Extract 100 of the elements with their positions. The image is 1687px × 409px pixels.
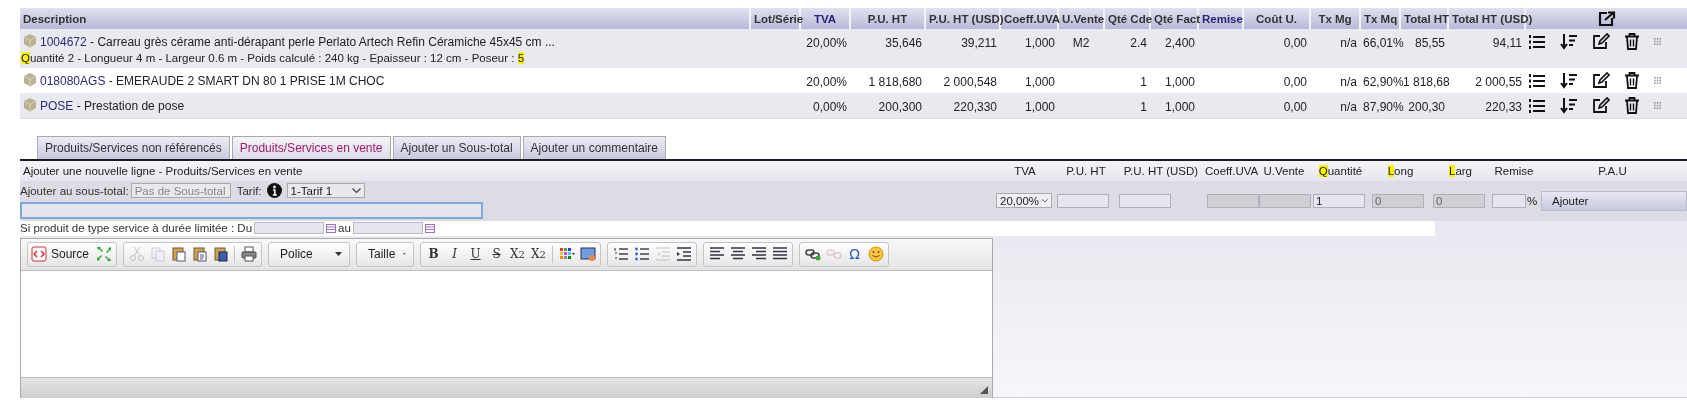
- table-cell: n/a: [1340, 100, 1357, 114]
- column-header: Total HT (USD): [1452, 12, 1533, 25]
- product-box-icon: [23, 72, 37, 87]
- resize-handle-icon[interactable]: [980, 385, 988, 394]
- table-cell: 220,330: [953, 100, 997, 114]
- edit-icon[interactable]: [1592, 33, 1610, 50]
- calendar-icon[interactable]: [424, 223, 435, 233]
- printer-icon[interactable]: [240, 246, 257, 262]
- calendar-icon[interactable]: [326, 223, 337, 233]
- table-cell: 1,000: [1164, 100, 1195, 114]
- column-header: Qté Cde: [1108, 12, 1153, 25]
- date-field[interactable]: [352, 222, 423, 234]
- color-grid-icon[interactable]: [558, 246, 575, 262]
- column-header: Description: [23, 12, 87, 25]
- table-cell: 85,55: [1414, 36, 1445, 50]
- align-center-icon[interactable]: [729, 246, 746, 262]
- caret-icon: [335, 252, 343, 256]
- code-icon: [31, 246, 47, 262]
- table-cell: n/a: [1340, 36, 1357, 50]
- external-link-icon[interactable]: [1597, 10, 1616, 27]
- drag-handle-icon[interactable]: [1654, 77, 1661, 84]
- format-button[interactable]: U: [466, 244, 486, 264]
- caret-icon[interactable]: [351, 187, 361, 194]
- table-cell: M2: [1072, 36, 1090, 50]
- trash-icon[interactable]: [1624, 97, 1640, 114]
- table-cell: 20,00%: [806, 75, 847, 89]
- trash-icon[interactable]: [1624, 72, 1640, 89]
- date-field[interactable]: [254, 222, 325, 234]
- table-cell: 94,11: [1492, 36, 1522, 50]
- table-cell: 1 818,68: [1403, 75, 1450, 89]
- dropdown[interactable]: Police: [272, 244, 347, 264]
- tab[interactable]: Produits/Services non référencés: [37, 135, 230, 159]
- paste-word-icon[interactable]: [212, 246, 229, 262]
- add-button[interactable]: Ajouter: [1541, 190, 1687, 211]
- numbered-list-icon[interactable]: [612, 246, 629, 262]
- special-character-button[interactable]: Ω: [845, 244, 865, 264]
- link-icon[interactable]: [804, 246, 821, 262]
- table-cell: 0,00: [1283, 100, 1307, 114]
- format-button[interactable]: B: [424, 244, 444, 264]
- format-button[interactable]: I: [445, 244, 465, 264]
- column-header: Lot/Série: [754, 12, 804, 25]
- table-cell: 35,646: [885, 36, 922, 50]
- drag-handle-icon[interactable]: [1654, 102, 1661, 109]
- sort-descending-icon[interactable]: [1560, 33, 1578, 50]
- smiley-icon[interactable]: [867, 246, 884, 262]
- bullet-list-icon[interactable]: [633, 246, 650, 262]
- table-cell: 1: [1140, 75, 1147, 89]
- input-field[interactable]: 1: [1313, 193, 1365, 208]
- source-button[interactable]: Source: [31, 244, 93, 264]
- table-cell: 1 818,680: [868, 75, 922, 89]
- tab[interactable]: Produits/Services en vente: [231, 135, 391, 159]
- caret-icon[interactable]: [1042, 197, 1048, 204]
- table-cell: 87,90%: [1363, 100, 1404, 114]
- product-link[interactable]: 1004672: [40, 35, 87, 49]
- date-label: au: [338, 222, 351, 234]
- column-header: P.A.U: [1597, 164, 1628, 177]
- tab[interactable]: Ajouter un Sous-total: [392, 135, 521, 159]
- product-link[interactable]: 018080AGS: [40, 74, 106, 88]
- tab[interactable]: Ajouter un commentaire: [522, 135, 666, 159]
- table-cell: 0,00: [1283, 75, 1307, 89]
- sort-descending-icon[interactable]: [1560, 97, 1578, 114]
- align-left-icon[interactable]: [708, 246, 725, 262]
- table-cell: 2 000,55: [1475, 75, 1522, 89]
- justify-icon[interactable]: [771, 246, 788, 262]
- column-header: Coût U.: [1256, 12, 1297, 25]
- format-button[interactable]: S: [487, 244, 507, 264]
- maximize-icon[interactable]: [95, 246, 112, 262]
- table-cell: 66,01%: [1363, 36, 1404, 50]
- ordered-list-icon[interactable]: [1528, 97, 1546, 114]
- edit-icon[interactable]: [1592, 97, 1610, 114]
- paste-icon[interactable]: [170, 246, 187, 262]
- align-right-icon[interactable]: [750, 246, 767, 262]
- sort-descending-icon[interactable]: [1560, 72, 1578, 89]
- subtotal-label: Ajouter au sous-total:: [20, 184, 129, 197]
- ordered-list-icon[interactable]: [1528, 33, 1546, 50]
- table-cell: 62,90%: [1363, 75, 1404, 89]
- product-box-icon: [23, 33, 37, 48]
- product-search-field[interactable]: [20, 201, 483, 219]
- input-field[interactable]: [1492, 193, 1526, 208]
- product-description: POSE - Prestation de pose: [40, 99, 185, 113]
- product-link[interactable]: POSE: [40, 99, 74, 113]
- column-header: Quantité: [1317, 164, 1364, 177]
- vat-select[interactable]: 20,00%: [996, 193, 1052, 208]
- drag-handle-icon[interactable]: [1654, 38, 1661, 45]
- info-icon[interactable]: [266, 183, 282, 198]
- ordered-list-icon[interactable]: [1528, 72, 1546, 89]
- image-icon[interactable]: [579, 246, 596, 262]
- table-cell: 1,000: [1024, 36, 1055, 50]
- dropdown[interactable]: Taille: [360, 244, 411, 264]
- tarif-select[interactable]: 1-Tarif 1: [286, 183, 365, 198]
- column-header: Coeff.UVA: [1004, 12, 1060, 25]
- input-field[interactable]: [1057, 193, 1109, 208]
- paste-text-icon[interactable]: [191, 246, 208, 262]
- column-header: Coeff.UVA: [1205, 164, 1257, 177]
- column-header: Tx Mg: [1318, 12, 1352, 25]
- trash-icon[interactable]: [1624, 33, 1640, 50]
- input-field[interactable]: [1119, 193, 1171, 208]
- indent-icon[interactable]: [675, 246, 692, 262]
- column-header: Tx Mq: [1364, 12, 1398, 25]
- edit-icon[interactable]: [1592, 72, 1610, 89]
